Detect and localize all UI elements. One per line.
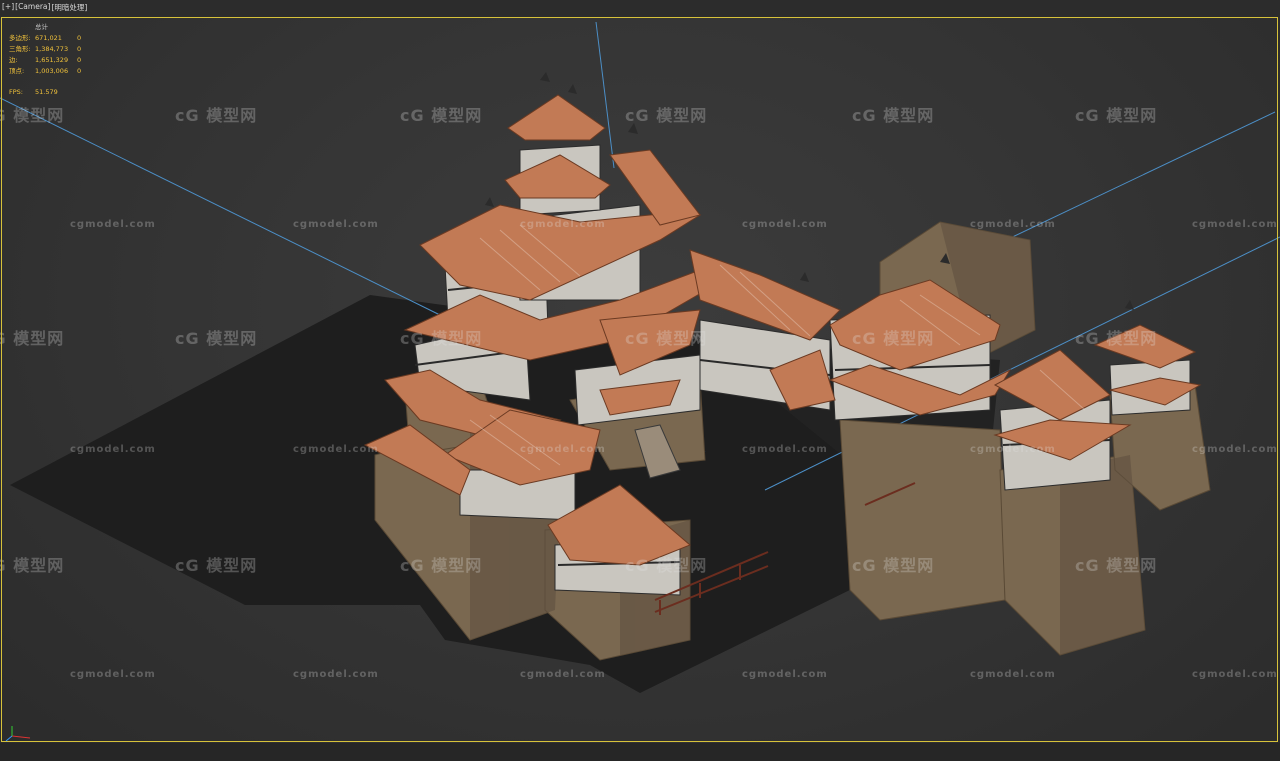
viewport-bottom-strip [0, 743, 1280, 761]
axis-gizmo-icon [5, 726, 31, 742]
stats-row-fps: FPS: 51.579 [9, 88, 58, 96]
viewport-top-strip [0, 0, 1280, 17]
castle-3d-scene[interactable] [0, 0, 1280, 761]
roof-top [507, 94, 606, 141]
stats-row-triangles: 三角形: 1,384,773 0 [9, 45, 82, 53]
stats-row-edges: 边: 1,651,329 0 [9, 56, 82, 64]
stats-header: 总计 [35, 23, 48, 31]
viewport-plus-menu[interactable]: [+] [2, 2, 14, 13]
stats-row-polygons: 多边形: 671,021 0 [9, 34, 82, 42]
scene-statistics: 总计 多边形: 671,021 0 三角形: 1,384,773 0 边: 1,… [9, 22, 81, 98]
camera-viewport[interactable]: cgmodel.com cgmodel.com cgmodel.com cgmo… [0, 0, 1280, 761]
viewport-camera-menu[interactable]: [Camera] [15, 2, 50, 13]
viewport-label-menu[interactable]: [+] [Camera] [明暗处理] [2, 2, 87, 13]
stats-row-vertices: 顶点: 1,003,006 0 [9, 67, 82, 75]
viewport-shading-menu[interactable]: [明暗处理] [51, 2, 87, 13]
